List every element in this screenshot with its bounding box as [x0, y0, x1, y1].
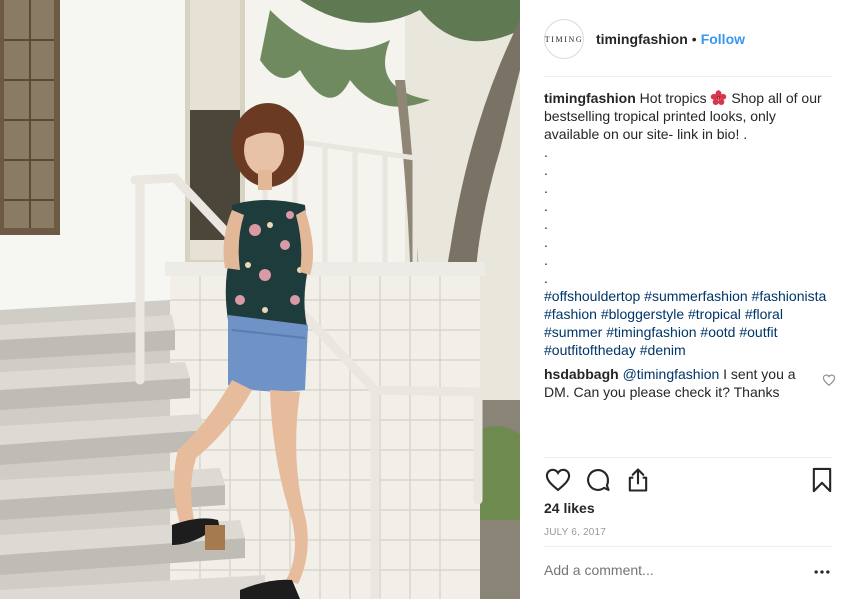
hibiscus-icon	[711, 90, 727, 106]
comment-input-divider	[544, 546, 832, 547]
post-photo[interactable]	[0, 0, 520, 599]
photo-illustration	[0, 0, 520, 599]
actions-divider	[544, 457, 832, 458]
hashtag-link[interactable]: #summerfashion	[644, 288, 748, 304]
header-username[interactable]: timingfashion	[596, 31, 688, 47]
caption-dot-line: .	[544, 198, 548, 214]
comment-like-heart-icon[interactable]	[822, 373, 836, 387]
heart-icon[interactable]	[544, 466, 572, 494]
caption-username[interactable]: timingfashion	[544, 90, 636, 106]
action-bar	[544, 466, 832, 494]
hashtag-link[interactable]: #outfit	[739, 324, 777, 340]
caption: timingfashion Hot tropics Shop all of ou…	[544, 89, 832, 359]
follow-button[interactable]: Follow	[701, 31, 745, 47]
bookmark-icon[interactable]	[808, 466, 836, 494]
hashtag-link[interactable]: #timingfashion	[606, 324, 696, 340]
add-comment-input[interactable]	[544, 562, 794, 578]
post-header: TIMING timingfashion • Follow	[544, 18, 832, 60]
caption-dot-line: .	[544, 252, 548, 268]
avatar[interactable]: TIMING	[544, 19, 584, 59]
hashtag-list: #offshouldertop #summerfashion #fashioni…	[544, 287, 832, 359]
post-side-panel: TIMING timingfashion • Follow timingfash…	[520, 0, 856, 599]
caption-dot-line: .	[544, 180, 548, 196]
hashtag-link[interactable]: #offshouldertop	[544, 288, 640, 304]
hashtag-link[interactable]: #summer	[544, 324, 602, 340]
like-count[interactable]: 24 likes	[544, 500, 595, 516]
hashtag-link[interactable]: #denim	[640, 342, 686, 358]
hashtag-link[interactable]: #fashion	[544, 306, 597, 322]
avatar-logo-text: TIMING	[544, 34, 584, 44]
comment-item: hsdabbagh @timingfashion I sent you a DM…	[544, 365, 836, 401]
hashtag-link[interactable]: #ootd	[700, 324, 735, 340]
comment-username[interactable]: hsdabbagh	[544, 366, 619, 382]
hashtag-link[interactable]: #fashionista	[752, 288, 827, 304]
caption-dot-line: .	[544, 144, 548, 160]
caption-dot-line: .	[544, 162, 548, 178]
hashtag-link[interactable]: #bloggerstyle	[601, 306, 684, 322]
hashtag-link[interactable]: #floral	[745, 306, 783, 322]
header-separator: •	[691, 31, 697, 47]
share-icon[interactable]	[624, 466, 652, 494]
hashtag-link[interactable]: #tropical	[688, 306, 741, 322]
post-date[interactable]: JULY 6, 2017	[544, 527, 606, 538]
header-divider	[544, 76, 832, 77]
caption-dot-line: .	[544, 234, 548, 250]
more-options-icon[interactable]	[812, 562, 832, 582]
caption-dot-line: .	[544, 270, 548, 286]
hashtag-link[interactable]: #outfitoftheday	[544, 342, 636, 358]
comments-section: timingfashion Hot tropics Shop all of ou…	[544, 89, 836, 401]
comment-mention[interactable]: @timingfashion	[623, 366, 720, 382]
caption-text-before: Hot tropics	[639, 90, 707, 106]
caption-dot-line: .	[544, 216, 548, 232]
comment-bubble-icon[interactable]	[584, 466, 612, 494]
